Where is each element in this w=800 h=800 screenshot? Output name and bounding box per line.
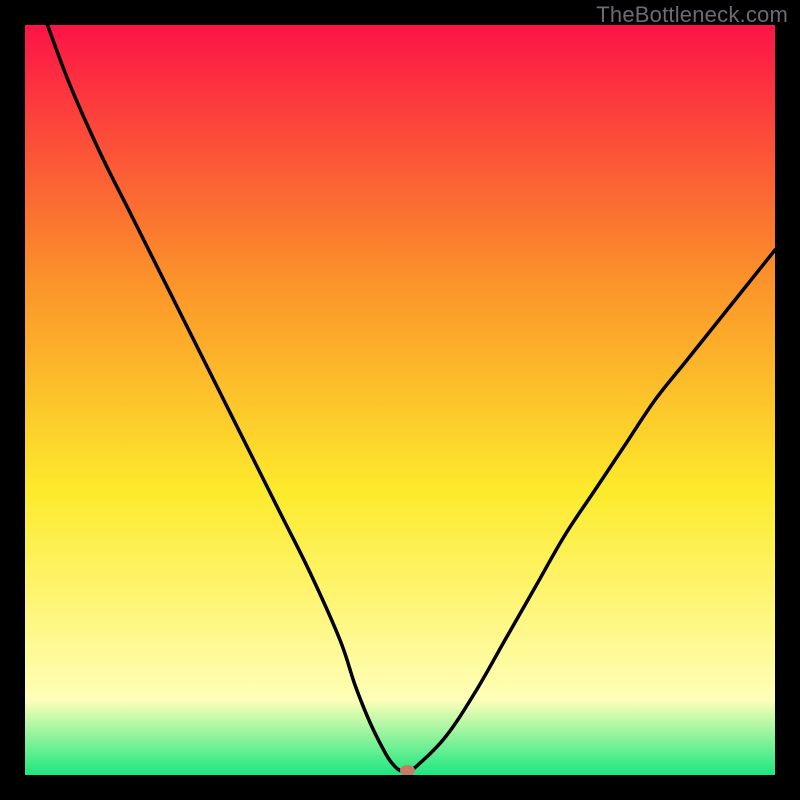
optimum-marker	[401, 766, 415, 776]
chart-frame: TheBottleneck.com	[0, 0, 800, 800]
plot-background	[25, 25, 775, 775]
watermark-text: TheBottleneck.com	[596, 2, 788, 28]
bottleneck-chart	[25, 25, 775, 775]
